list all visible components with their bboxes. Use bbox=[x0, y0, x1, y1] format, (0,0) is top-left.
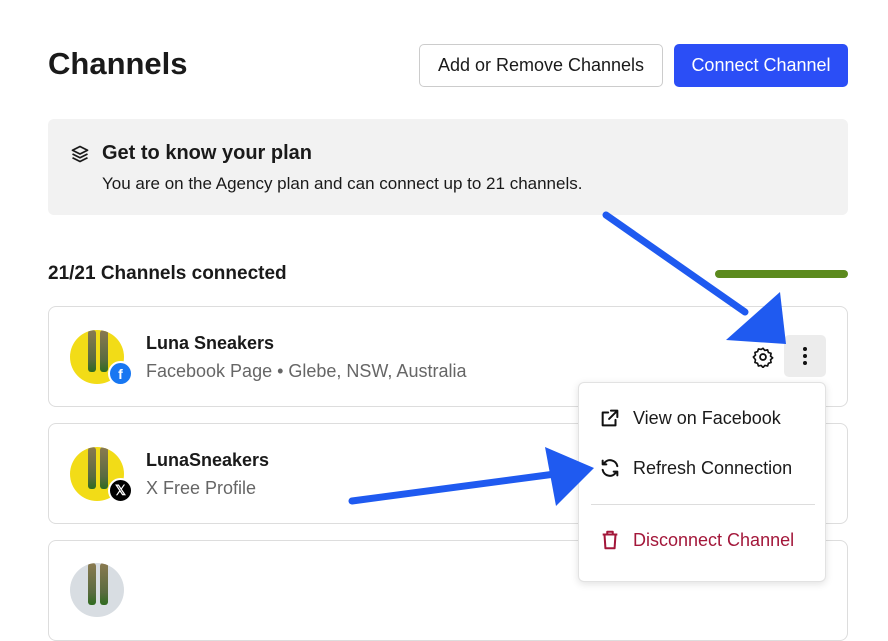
avatar bbox=[70, 563, 124, 617]
arrow-to-more-button bbox=[602, 211, 786, 344]
annotation-arrows bbox=[348, 211, 786, 506]
arrow-to-refresh bbox=[348, 447, 594, 506]
